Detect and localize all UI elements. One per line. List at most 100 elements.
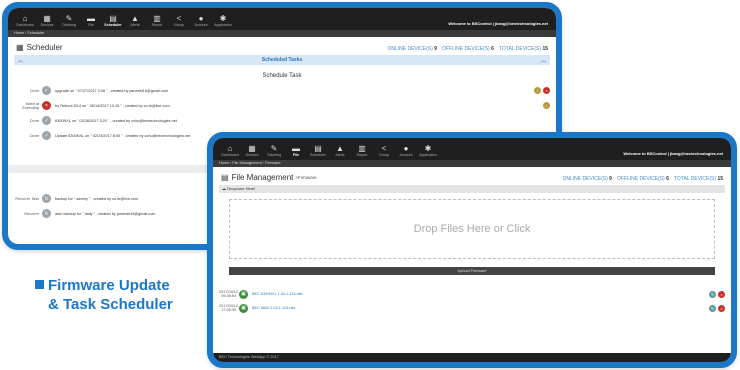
- task-description: 6300NXL on " 02/26/2017 3:20 " , created…: [55, 118, 177, 123]
- nav-label: Dashboard: [221, 153, 239, 157]
- top-nav-bar: ⌂ Dashboard ▦ Devices ✎ Ticketing ▬ File ▤ Sc…: [8, 8, 556, 30]
- task-status: Done: [29, 118, 39, 123]
- nav-label: Report: [151, 23, 163, 27]
- total-label: TOTAL DEVICE(S): [498, 46, 542, 52]
- file-name[interactable]: BEC 6600 1.04.1.124.ufw: [252, 306, 709, 310]
- repeat-icon: ↻: [42, 194, 51, 203]
- nav-alerts[interactable]: ▲ Alerts: [124, 15, 146, 28]
- nav-dashboard[interactable]: ⌂ Dashboard: [219, 145, 241, 158]
- nav-label: Alerts: [335, 153, 345, 157]
- nav-devices[interactable]: ▦ Devices: [241, 145, 263, 158]
- scheduled-tasks-bar[interactable]: ︽ Scheduled Tasks ︽: [14, 55, 550, 65]
- nav-group[interactable]: < Group: [373, 145, 395, 158]
- task-status: Done: [29, 88, 39, 93]
- upload-firmware-button[interactable]: Upload Firmware: [229, 267, 715, 275]
- file-row[interactable]: 2017/04/12 17:25:39 ▣ BEC 6600 1.04.1.12…: [213, 301, 731, 315]
- dropzone-area[interactable]: Drop Files Here or Click: [229, 199, 715, 259]
- nav-devices[interactable]: ▦ Devices: [36, 15, 58, 28]
- file-name[interactable]: BEC 6300NXL 1.04.1.124.ufw: [252, 292, 709, 296]
- delete-icon[interactable]: ×: [718, 290, 725, 298]
- user-icon: ●: [198, 14, 204, 23]
- nav-report[interactable]: ▥ Report: [146, 15, 168, 28]
- page-title-text: Scheduler: [26, 43, 63, 52]
- share-icon: <: [176, 14, 182, 23]
- nav-label: Scheduler: [104, 23, 122, 27]
- nav-label: Group: [379, 153, 389, 157]
- user-icon: ●: [403, 144, 409, 153]
- online-label: ONLINE DEVICE(S): [562, 176, 608, 182]
- task-actions: i ×: [534, 87, 550, 94]
- nav-account[interactable]: ● Account: [395, 145, 417, 158]
- check-icon: ✓: [42, 86, 51, 95]
- device-counts: ONLINE DEVICE(S) 9 OFFLINE DEVICE(S) 6 T…: [387, 46, 548, 52]
- scheduled-tasks-title: Scheduled Tasks: [261, 57, 303, 63]
- task-description: try Reboot 5/14 on " 05/14/2017 12:15 " …: [55, 103, 170, 108]
- online-number: 9: [609, 176, 612, 182]
- nav-scheduler[interactable]: ▤ Scheduler: [102, 15, 124, 28]
- devices-icon: ▦: [248, 144, 256, 153]
- bullet-square-icon: [35, 280, 44, 289]
- file-date: 2017/04/12 09:39:54: [219, 290, 239, 298]
- nav-application[interactable]: ✱ Application: [212, 15, 234, 28]
- file-icon: ▤: [221, 173, 229, 182]
- file-row[interactable]: 2017/04/12 09:39:54 ▣ BEC 6300NXL 1.04.1…: [213, 287, 731, 301]
- info-icon[interactable]: i: [534, 87, 541, 94]
- info-icon[interactable]: i: [543, 102, 550, 109]
- nav-file[interactable]: ▬ File: [285, 145, 307, 158]
- online-label: ONLINE DEVICE(S): [387, 46, 433, 52]
- nav-alerts[interactable]: ▲ Alerts: [329, 145, 351, 158]
- delete-icon[interactable]: ×: [543, 87, 550, 94]
- calendar-icon: ▤: [314, 144, 322, 153]
- gears-icon: ✱: [219, 14, 227, 23]
- task-row[interactable]: Done ✓ upgrade on " 07/27/2017 2:06 " , …: [8, 83, 556, 98]
- file-actions: ✎ ×: [709, 290, 725, 298]
- breadcrumb: Home / Scheduler: [8, 30, 556, 37]
- nav-label: Ticketing: [61, 23, 77, 27]
- online-count: ONLINE DEVICE(S) 9: [562, 176, 611, 182]
- task-row[interactable]: failed at Executing × try Reboot 5/14 on…: [8, 98, 556, 113]
- collapse-icon[interactable]: ︽: [18, 57, 23, 64]
- device-counts: ONLINE DEVICE(S) 9 OFFLINE DEVICE(S) 6 T…: [562, 176, 723, 182]
- main-nav: ⌂ Dashboard ▦ Devices ✎ Ticketing ▬ File ▤ Sc…: [219, 145, 439, 158]
- task-description: upgrade on " 07/27/2017 2:06 " , created…: [55, 88, 169, 93]
- nav-file[interactable]: ▬ File: [80, 15, 102, 28]
- check-icon: ✓: [42, 131, 51, 140]
- task-row[interactable]: Done ✓ 6300NXL on " 02/26/2017 3:20 " , …: [8, 113, 556, 128]
- nav-dashboard[interactable]: ⌂ Dashboard: [14, 15, 36, 28]
- delete-icon[interactable]: ×: [718, 304, 725, 312]
- collapse-icon[interactable]: ︽: [541, 57, 546, 64]
- devices-icon: ▦: [43, 14, 51, 23]
- nav-application[interactable]: ✱ Application: [417, 145, 439, 158]
- offline-label: OFFLINE DEVICE(S): [441, 46, 490, 52]
- nav-label: Devices: [40, 23, 54, 27]
- nav-report[interactable]: ▥ Report: [351, 145, 373, 158]
- gears-icon: ✱: [424, 144, 432, 153]
- nav-ticketing[interactable]: ✎ Ticketing: [263, 145, 285, 158]
- calendar-icon: ▦: [16, 43, 24, 52]
- nav-account[interactable]: ● Account: [190, 15, 212, 28]
- nav-group[interactable]: < Group: [168, 15, 190, 28]
- cloud-icon: ☁: [222, 186, 226, 191]
- home-icon: ⌂: [227, 144, 233, 153]
- offline-count: OFFLINE DEVICE(S) 6: [442, 46, 494, 52]
- total-count: TOTAL DEVICE(S) 15: [674, 176, 723, 182]
- nav-ticketing[interactable]: ✎ Ticketing: [58, 15, 80, 28]
- welcome-text: Welcome to BSControl | jkang@bectechnolo…: [448, 21, 548, 26]
- share-icon: <: [381, 144, 387, 153]
- task-status: Recurrer Task: [15, 196, 39, 201]
- nav-label: Scheduler: [309, 153, 327, 157]
- folder-icon: ▬: [292, 144, 300, 153]
- check-icon: ✓: [42, 116, 51, 125]
- nav-scheduler[interactable]: ▤ Scheduler: [307, 145, 329, 158]
- warning-icon: ▲: [131, 14, 139, 23]
- file-management-device-frame: ⌂ Dashboard ▦ Devices ✎ Ticketing ▬ File ▤ Sc…: [207, 132, 737, 368]
- edit-icon[interactable]: ✎: [709, 304, 716, 312]
- warning-icon: ▲: [336, 144, 344, 153]
- total-number: 15: [542, 46, 548, 52]
- nav-label: Ticketing: [266, 153, 282, 157]
- caption-line-1: Firmware Update: [48, 277, 170, 294]
- ticket-icon: ✎: [270, 144, 278, 153]
- breadcrumb: Home / File Management / Firmware: [213, 160, 731, 167]
- welcome-text: Welcome to BSControl | jkang@bectechnolo…: [623, 151, 723, 156]
- edit-icon[interactable]: ✎: [709, 290, 716, 298]
